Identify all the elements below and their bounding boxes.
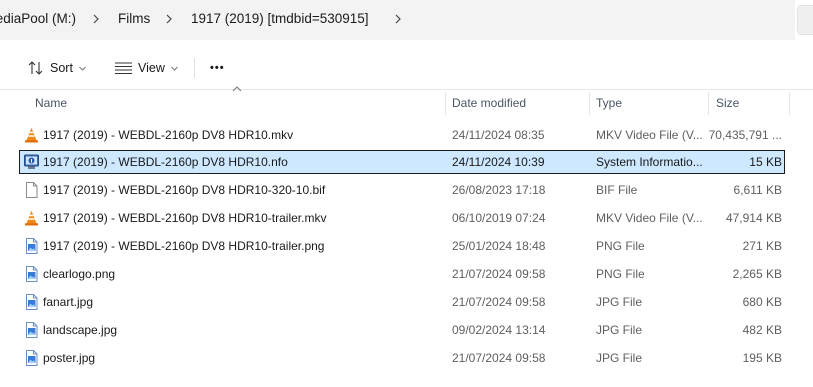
- toolbar-divider: [194, 58, 195, 78]
- chevron-right-icon[interactable]: [163, 9, 175, 29]
- file-size: 15 KB: [749, 155, 782, 169]
- column-header-name[interactable]: Name: [35, 96, 67, 110]
- file-name: 1917 (2019) - WEBDL-2160p DV8 HDR10-trai…: [43, 211, 327, 225]
- file-date: 21/07/2024 09:58: [452, 351, 546, 365]
- file-type: PNG File: [596, 267, 645, 281]
- column-headers: Name Date modified Type Size: [0, 92, 813, 115]
- file-size: 195 KB: [742, 351, 782, 365]
- column-header-date[interactable]: Date modified: [452, 96, 526, 110]
- file-type: JPG File: [596, 323, 643, 337]
- file-size: 680 KB: [742, 295, 782, 309]
- file-date: 24/11/2024 10:39: [452, 155, 545, 169]
- file-row[interactable]: 1917 (2019) - WEBDL-2160p DV8 HDR10-trai…: [19, 206, 785, 230]
- file-row[interactable]: fanart.jpg 21/07/2024 09:58 JPG File 680…: [19, 290, 785, 314]
- file-date: 06/10/2019 07:24: [452, 211, 546, 225]
- file-size: 482 KB: [742, 323, 782, 337]
- column-divider[interactable]: [789, 92, 790, 115]
- file-type: JPG File: [596, 351, 643, 365]
- file-date: 21/07/2024 09:58: [452, 295, 546, 309]
- file-row[interactable]: landscape.jpg 09/02/2024 13:14 JPG File …: [19, 318, 785, 342]
- file-size: 271 KB: [742, 239, 782, 253]
- file-name: 1917 (2019) - WEBDL-2160p DV8 HDR10-320-…: [43, 183, 326, 197]
- system-info-icon: [24, 154, 39, 170]
- image-file-icon: [24, 350, 39, 366]
- file-date: 26/08/2023 17:18: [452, 183, 546, 197]
- address-bar[interactable]: MediaPool (M:) Films 1917 (2019) [tmdbid…: [0, 0, 795, 40]
- file-type: MKV Video File (V...: [596, 211, 703, 225]
- sort-icon: [28, 61, 43, 75]
- view-label: View: [138, 61, 165, 75]
- file-type: JPG File: [596, 295, 643, 309]
- file-row[interactable]: 1917 (2019) - WEBDL-2160p DV8 HDR10.mkv …: [19, 123, 785, 147]
- sort-ascending-icon: [232, 86, 242, 92]
- file-size: 70,435,791 ...: [708, 128, 782, 142]
- file-size: 2,265 KB: [732, 267, 782, 281]
- image-file-icon: [24, 294, 39, 310]
- breadcrumb-films[interactable]: Films: [118, 11, 150, 26]
- column-divider[interactable]: [708, 92, 709, 115]
- file-type: System Informatio...: [596, 155, 703, 169]
- file-name: 1917 (2019) - WEBDL-2160p DV8 HDR10.nfo: [43, 155, 288, 169]
- search-box[interactable]: [797, 5, 813, 35]
- file-name: clearlogo.png: [43, 267, 116, 281]
- chevron-down-icon: [171, 66, 178, 71]
- file-row[interactable]: 1917 (2019) - WEBDL-2160p DV8 HDR10-trai…: [19, 234, 785, 258]
- file-size: 6,611 KB: [733, 183, 782, 197]
- file-date: 24/11/2024 08:35: [452, 128, 545, 142]
- file-size: 47,914 KB: [725, 211, 782, 225]
- breadcrumb-drive-label: MediaPool (M:): [0, 11, 76, 26]
- file-row[interactable]: 1917 (2019) - WEBDL-2160p DV8 HDR10-320-…: [19, 178, 785, 202]
- sort-label: Sort: [50, 61, 73, 75]
- file-date: 21/07/2024 09:58: [452, 267, 546, 281]
- file-name: poster.jpg: [43, 351, 96, 365]
- file-type: MKV Video File (V...: [596, 128, 703, 142]
- file-row[interactable]: poster.jpg 21/07/2024 09:58 JPG File 195…: [19, 346, 785, 370]
- column-header-size[interactable]: Size: [716, 96, 739, 110]
- image-file-icon: [24, 322, 39, 338]
- image-file-icon: [24, 266, 39, 282]
- chevron-right-icon[interactable]: [392, 9, 404, 29]
- column-divider[interactable]: [445, 92, 446, 115]
- column-divider[interactable]: [589, 92, 590, 115]
- file-name: landscape.jpg: [43, 323, 118, 337]
- command-bar: Sort View •••: [0, 44, 813, 90]
- vlc-icon: [24, 127, 39, 143]
- chevron-down-icon: [79, 66, 86, 71]
- vlc-icon: [24, 210, 39, 226]
- breadcrumb-current-folder[interactable]: 1917 (2019) [tmdbid=530915]: [191, 11, 369, 26]
- file-date: 25/01/2024 18:48: [452, 239, 546, 253]
- chevron-right-icon[interactable]: [90, 9, 102, 29]
- file-row[interactable]: clearlogo.png 21/07/2024 09:58 PNG File …: [19, 262, 785, 286]
- blank-file-icon: [24, 182, 39, 198]
- more-icon: •••: [210, 62, 225, 74]
- file-row[interactable]: 1917 (2019) - WEBDL-2160p DV8 HDR10.nfo …: [19, 150, 785, 174]
- column-header-type[interactable]: Type: [596, 96, 622, 110]
- image-file-icon: [24, 238, 39, 254]
- file-name: 1917 (2019) - WEBDL-2160p DV8 HDR10.mkv: [43, 128, 294, 142]
- file-type: PNG File: [596, 239, 645, 253]
- view-button[interactable]: View: [115, 55, 178, 81]
- file-name: 1917 (2019) - WEBDL-2160p DV8 HDR10-trai…: [43, 239, 325, 253]
- file-name: fanart.jpg: [43, 295, 94, 309]
- sort-button[interactable]: Sort: [28, 55, 86, 81]
- file-type: BIF File: [596, 183, 638, 197]
- more-options-button[interactable]: •••: [210, 55, 225, 81]
- view-icon: [115, 62, 132, 74]
- file-date: 09/02/2024 13:14: [452, 323, 546, 337]
- breadcrumb-drive[interactable]: MediaPool (M:): [0, 11, 76, 26]
